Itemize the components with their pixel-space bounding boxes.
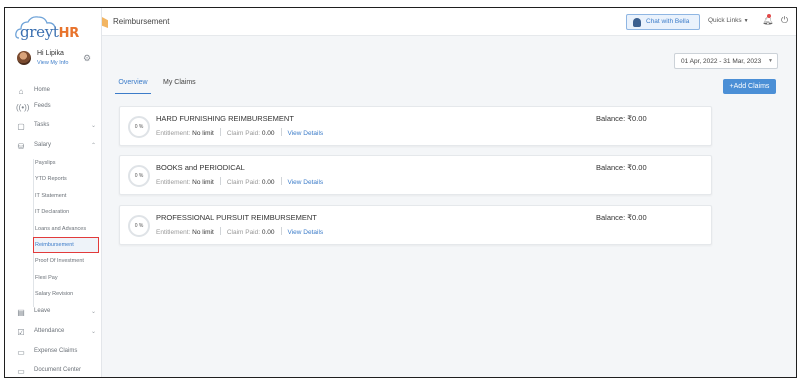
- divider: [280, 128, 282, 136]
- view-my-info-link[interactable]: View My Info: [37, 60, 68, 66]
- sidebar-item-feeds[interactable]: ((•)) Feeds: [5, 100, 102, 116]
- feeds-icon: ((•)): [16, 103, 30, 112]
- logo-text: greytHR: [20, 23, 79, 41]
- divider: [219, 128, 221, 136]
- submenu-it-declaration[interactable]: IT Declaration: [34, 206, 100, 218]
- submenu-loans-advances[interactable]: Loans and Advances: [34, 223, 100, 235]
- view-details-link[interactable]: View Details: [288, 179, 324, 186]
- claim-paid-label: Claim Paid:: [226, 130, 261, 137]
- chat-label: Chat with Bella: [646, 18, 690, 25]
- tab-my-claims[interactable]: My Claims: [163, 76, 196, 94]
- claim-paid-value: 0.00: [261, 130, 275, 137]
- salary-icon: ⛁: [17, 142, 25, 151]
- claim-title: BOOKS and PERIODICAL: [156, 163, 245, 172]
- claim-card: 0 % HARD FURNISHING REIMBURSEMENT Entitl…: [119, 106, 712, 146]
- sidebar-item-label: Document Center: [34, 367, 82, 373]
- claim-balance: Balance: ₹0.00: [596, 163, 647, 172]
- add-claims-button[interactable]: +Add Claims: [723, 79, 776, 94]
- divider: [219, 227, 221, 235]
- tab-overview[interactable]: Overview: [115, 76, 151, 94]
- claim-card: 0 % PROFESSIONAL PURSUIT REIMBURSEMENT E…: [119, 205, 712, 245]
- notification-dot: [767, 14, 771, 18]
- chat-with-bella-button[interactable]: Chat with Bella: [626, 14, 700, 30]
- entitlement-value: No limit: [192, 179, 214, 186]
- progress-ring: 0 %: [128, 215, 150, 237]
- page-title: Reimbursement: [113, 17, 170, 26]
- tasks-icon: ▢: [17, 122, 25, 131]
- claim-paid-label: Claim Paid:: [226, 179, 261, 186]
- user-panel: Hi Lipika View My Info ⚙: [17, 49, 97, 69]
- date-range-value: 01 Apr, 2022 - 31 Mar, 2023: [681, 58, 762, 65]
- submenu-it-statement[interactable]: IT Statement: [34, 190, 100, 202]
- sidebar-item-label: Salary: [34, 142, 52, 148]
- claim-title: PROFESSIONAL PURSUIT REIMBURSEMENT: [156, 213, 317, 222]
- sidebar-item-label: Leave: [34, 308, 51, 314]
- view-details-link[interactable]: View Details: [288, 229, 324, 236]
- entitlement-value: No limit: [192, 130, 214, 137]
- greythr-logo[interactable]: greytHR: [15, 14, 79, 41]
- progress-ring: 0 %: [128, 116, 150, 138]
- leave-icon: ▤: [17, 308, 25, 317]
- quick-links-label: Quick Links: [708, 17, 742, 24]
- app-frame: greytHR Hi Lipika View My Info ⚙ ⌂ Home …: [4, 7, 797, 378]
- top-bar: Reimbursement Chat with Bella Quick Link…: [102, 8, 796, 36]
- claim-meta: Entitlement: No limit Claim Paid: 0.00 Vie…: [156, 128, 323, 137]
- chevron-down-icon: ⌄: [91, 309, 97, 315]
- claim-balance: Balance: ₹0.00: [596, 114, 647, 123]
- attendance-icon: ☑: [17, 328, 25, 337]
- claim-meta: Entitlement: No limit Claim Paid: 0.00 Vie…: [156, 177, 323, 186]
- power-icon[interactable]: ⏻: [781, 15, 788, 26]
- submenu-salary-revision[interactable]: Salary Revision: [34, 288, 100, 300]
- caret-down-icon: ▼: [743, 18, 749, 24]
- chevron-up-icon: ⌃: [91, 143, 97, 149]
- divider: [280, 177, 282, 185]
- document-icon: ▭: [17, 367, 25, 376]
- home-icon: ⌂: [18, 87, 24, 96]
- sidebar-item-expense-claims[interactable]: ▭ Expense Claims: [5, 345, 102, 361]
- entitlement-label: Entitlement:: [156, 130, 191, 137]
- sidebar-item-salary[interactable]: ⛁ Salary ⌃: [5, 139, 102, 155]
- sidebar-item-label: Expense Claims: [34, 348, 78, 354]
- divider: [219, 177, 221, 185]
- chevron-down-icon: ⌄: [91, 123, 97, 129]
- claim-paid-value: 0.00: [261, 229, 275, 236]
- claim-title: HARD FURNISHING REIMBURSEMENT: [156, 114, 294, 123]
- claim-balance: Balance: ₹0.00: [596, 213, 647, 222]
- divider: [280, 227, 282, 235]
- claim-card: 0 % BOOKS and PERIODICAL Entitlement: No…: [119, 155, 712, 195]
- bella-icon: [633, 18, 641, 27]
- avatar[interactable]: [17, 51, 31, 65]
- sidebar-item-document-center[interactable]: ▭ Document Center: [5, 364, 102, 377]
- submenu-proof-of-investment[interactable]: Proof Of Investment: [34, 255, 100, 267]
- sidebar-item-label: Feeds: [34, 103, 51, 109]
- quick-links-dropdown[interactable]: Quick Links ▼: [708, 17, 749, 24]
- sidebar-item-label: Attendance: [34, 328, 65, 334]
- sidebar-item-leave[interactable]: ▤ Leave ⌄: [5, 305, 102, 321]
- submenu-flexi-pay[interactable]: Flexi Pay: [34, 272, 100, 284]
- date-range-select[interactable]: 01 Apr, 2022 - 31 Mar, 2023 ▼: [674, 53, 778, 69]
- chevron-down-icon: ▼: [768, 58, 773, 64]
- sidebar-item-label: Home: [34, 87, 51, 93]
- view-details-link[interactable]: View Details: [288, 130, 324, 137]
- submenu-ytd-reports[interactable]: YTD Reports: [34, 173, 100, 185]
- entitlement-label: Entitlement:: [156, 229, 191, 236]
- sidebar-item-attendance[interactable]: ☑ Attendance ⌄: [5, 325, 102, 341]
- entitlement-value: No limit: [192, 229, 214, 236]
- page-marker-icon: [102, 17, 108, 28]
- expense-icon: ▭: [17, 348, 25, 357]
- gear-icon[interactable]: ⚙: [83, 53, 91, 64]
- submenu-payslips[interactable]: Payslips: [34, 157, 100, 169]
- sidebar-item-tasks[interactable]: ▢ Tasks ⌄: [5, 119, 102, 135]
- claim-paid-label: Claim Paid:: [226, 229, 261, 236]
- entitlement-label: Entitlement:: [156, 179, 191, 186]
- chevron-down-icon: ⌄: [91, 329, 97, 335]
- progress-ring: 0 %: [128, 165, 150, 187]
- sidebar-item-home[interactable]: ⌂ Home: [5, 84, 102, 100]
- user-greeting: Hi Lipika: [37, 50, 64, 57]
- claim-meta: Entitlement: No limit Claim Paid: 0.00 Vie…: [156, 227, 323, 236]
- submenu-reimbursement[interactable]: Reimbursement: [33, 237, 99, 253]
- claim-paid-value: 0.00: [261, 179, 275, 186]
- sidebar: greytHR Hi Lipika View My Info ⚙ ⌂ Home …: [5, 8, 102, 377]
- sidebar-item-label: Tasks: [34, 122, 50, 128]
